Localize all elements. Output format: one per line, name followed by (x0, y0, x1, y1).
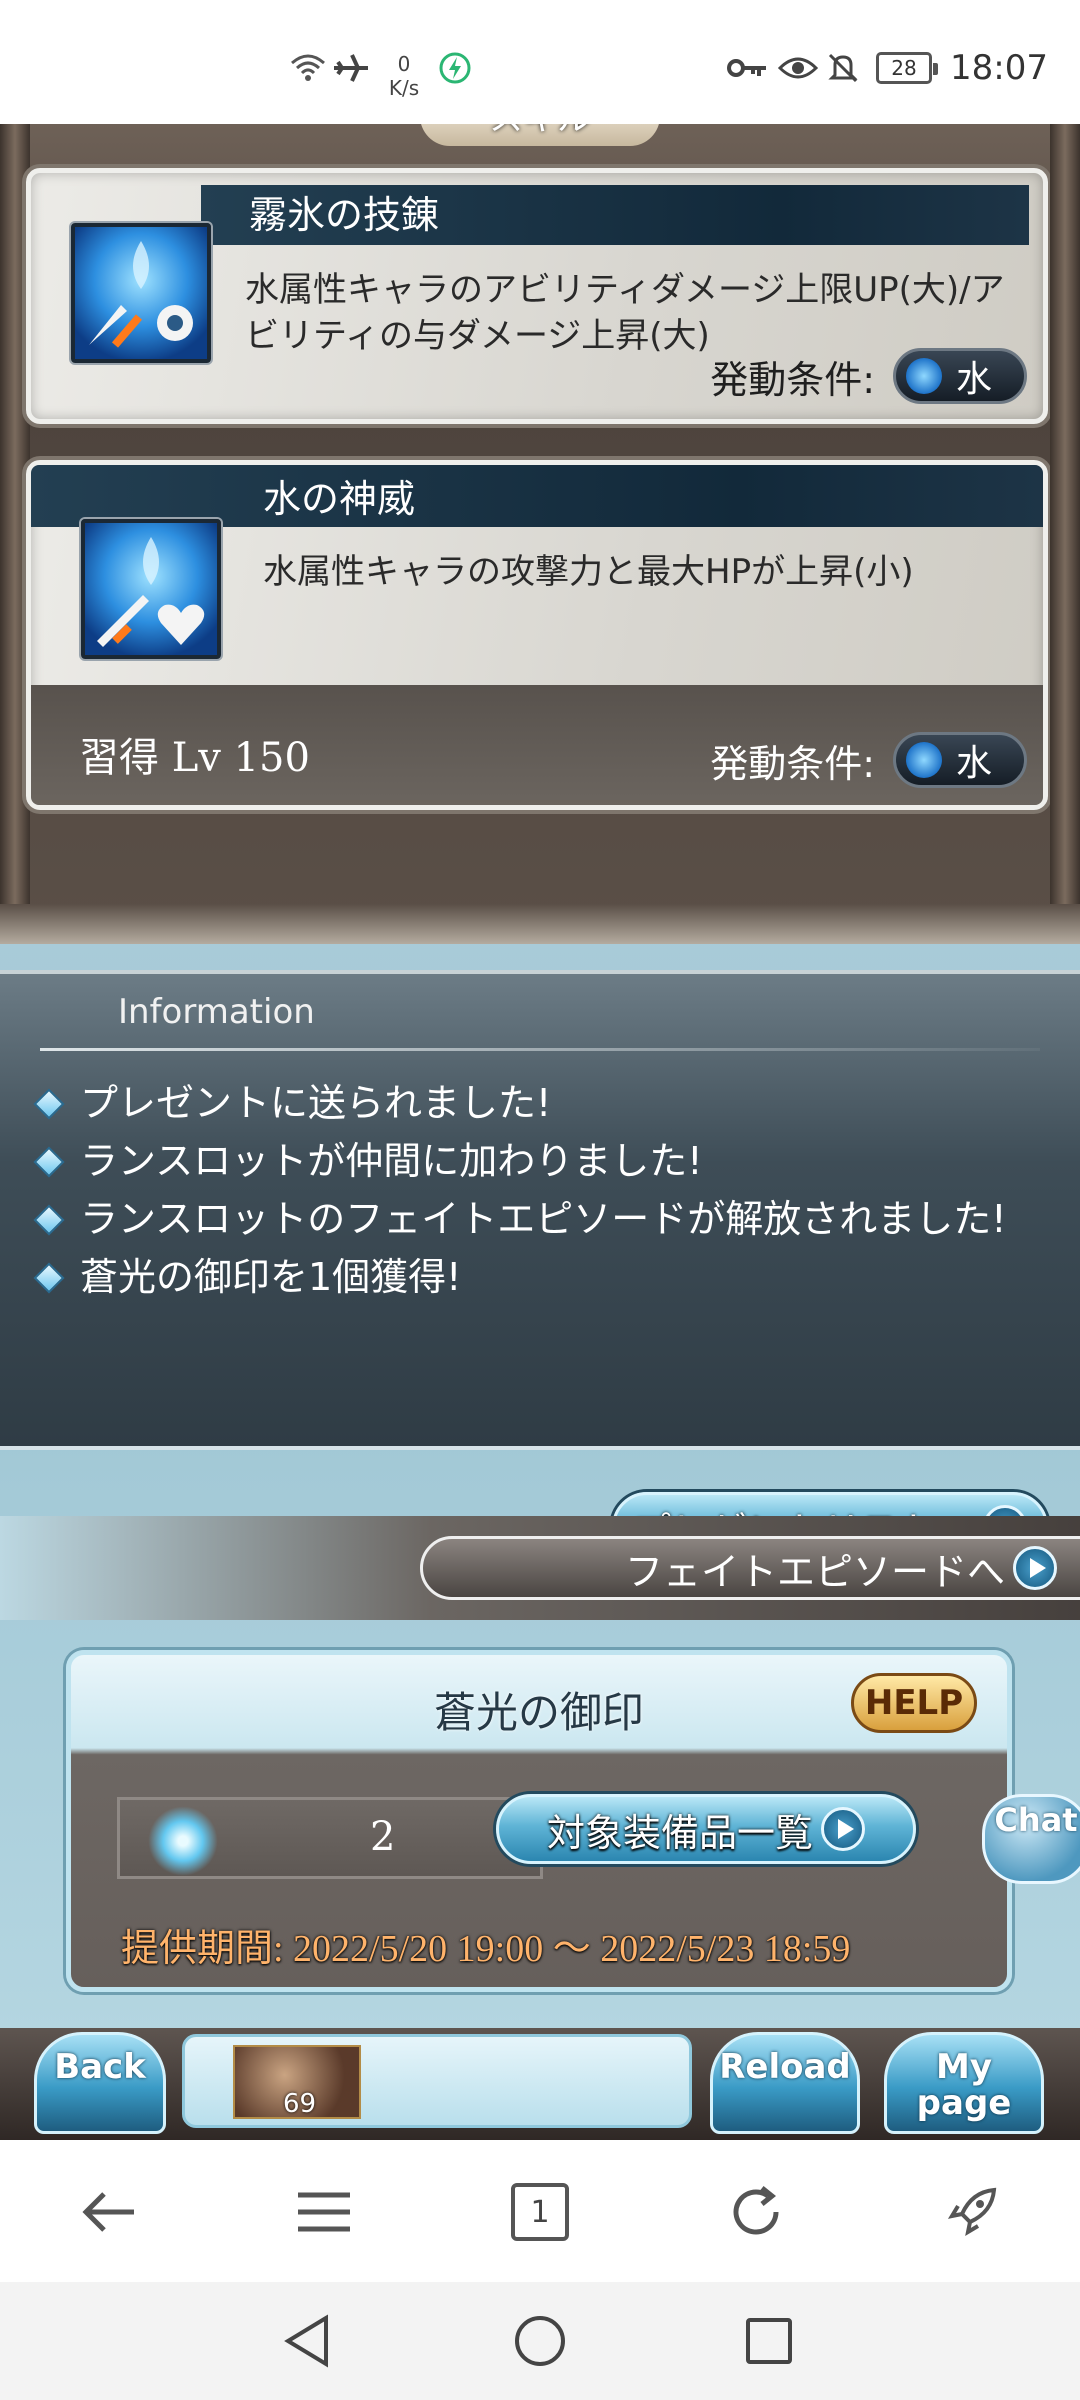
information-item-text: プレゼントに送られました! (80, 1081, 552, 1125)
browser-menu-button[interactable] (286, 2174, 362, 2250)
network-speed-unit: K/s (388, 76, 420, 100)
skill-header-bar (31, 465, 1043, 527)
browser-back-button[interactable] (70, 2174, 146, 2250)
wifi-icon (290, 48, 326, 88)
system-navigation-bar (0, 2282, 1080, 2400)
refresh-icon (733, 2186, 779, 2235)
avatar-level: 69 (283, 2089, 317, 2119)
status-bar: 0 K/s 28 18:07 (0, 0, 1080, 124)
element-label: 水 (956, 359, 993, 400)
square-recents-icon (746, 2318, 792, 2364)
game-viewport: スキル 霧氷の技錬 水属性キャラのアビリティダメージ上限UP(大)/アビリティの… (0, 124, 1080, 2140)
tab-count: 1 (511, 2183, 569, 2241)
attack-hp-skill-icon (81, 519, 221, 659)
condition-label: 発動条件: (710, 357, 875, 402)
information-item: プレゼントに送られました! (30, 1074, 1050, 1132)
battery-icon: 28 (876, 48, 938, 88)
information-item: ランスロットのフェイトエピソードが解放されました! (30, 1190, 1050, 1248)
browser-rocket-button[interactable] (934, 2174, 1010, 2250)
target-equipment-button[interactable]: 対象装備品一覧 (496, 1794, 916, 1864)
browser-refresh-button[interactable] (718, 2174, 794, 2250)
diamond-bullet-icon (33, 1204, 65, 1236)
back-button[interactable]: Back (34, 2032, 166, 2134)
clock: 18:07 (950, 48, 1048, 88)
target-equipment-label: 対象装備品一覧 (546, 1810, 813, 1855)
browser-toolbar: 1 (0, 2140, 1080, 2282)
ability-damage-skill-icon (71, 223, 211, 363)
diamond-bullet-icon (33, 1088, 65, 1120)
seal-count: 2 (370, 1814, 396, 1860)
skill-condition: 発動条件: 水 (710, 731, 1027, 789)
information-item-text: ランスロットが仲間に加わりました! (80, 1139, 703, 1183)
airplane-icon (332, 48, 370, 88)
skill-condition: 発動条件: 水 (710, 347, 1027, 405)
information-list: プレゼントに送られました! ランスロットが仲間に加わりました! ランスロットのフ… (30, 1074, 1050, 1306)
information-title: Information (118, 992, 315, 1032)
skill-frame-bottom (0, 904, 1080, 944)
rocket-icon (947, 2187, 997, 2237)
condition-label: 発動条件: (710, 741, 875, 786)
bell-off-icon (826, 48, 860, 88)
element-badge: 水 (893, 732, 1027, 788)
skill-section-title: スキル (420, 124, 660, 146)
fate-episode-button[interactable]: フェイトエピソードへ (420, 1536, 1080, 1600)
play-arrow-icon (1013, 1546, 1057, 1590)
play-arrow-icon (821, 1807, 865, 1851)
browser-tabs-button[interactable]: 1 (502, 2174, 578, 2250)
network-speed-value: 0 (397, 52, 411, 76)
information-item: 蒼光の御印を1個獲得! (30, 1248, 1050, 1306)
seal-star-icon (148, 1806, 218, 1876)
game-footer-nav: Back 69 Reload My page (0, 2028, 1080, 2140)
eye-icon (778, 48, 818, 88)
system-back-button[interactable] (272, 2306, 342, 2376)
skill-card: 霧氷の技錬 水属性キャラのアビリティダメージ上限UP(大)/アビリティの与ダメー… (26, 168, 1048, 424)
skill-card: 水の神威 習得 Lv 150 水属性キャラの攻撃力と最大HPが上昇(小) 発動条… (26, 460, 1048, 810)
skill-name: 霧氷の技錬 (249, 193, 440, 237)
skill-frame: スキル 霧氷の技錬 水属性キャラのアビリティダメージ上限UP(大)/アビリティの… (0, 124, 1080, 924)
back-label: Back (54, 2047, 146, 2087)
charging-icon (438, 48, 472, 88)
key-icon (726, 48, 768, 88)
my-page-label-line1: My (936, 2047, 992, 2087)
triangle-back-icon (284, 2314, 328, 2368)
element-badge: 水 (893, 348, 1027, 404)
party-panel[interactable]: 69 (182, 2034, 692, 2128)
seal-period: 提供期間: 2022/5/20 19:00 〜 2022/5/23 18:59 (121, 1928, 851, 1970)
element-label: 水 (956, 743, 993, 784)
menu-icon (298, 2192, 350, 2232)
arrow-left-icon (82, 2192, 134, 2232)
divider (40, 1048, 1040, 1051)
diamond-bullet-icon (33, 1146, 65, 1178)
chat-button[interactable]: Chat (982, 1794, 1080, 1884)
seal-count-box: 2 (117, 1797, 543, 1879)
reload-button[interactable]: Reload (710, 2032, 860, 2134)
diamond-bullet-icon (33, 1262, 65, 1294)
my-page-button[interactable]: My page (884, 2032, 1044, 2134)
battery-level: 28 (876, 52, 938, 84)
information-item-text: 蒼光の御印を1個獲得! (80, 1255, 462, 1299)
avatar[interactable]: 69 (233, 2045, 361, 2119)
information-item-text: ランスロットのフェイトエピソードが解放されました! (80, 1197, 1007, 1241)
system-recents-button[interactable] (734, 2306, 804, 2376)
acquire-level: 習得 Lv 150 (79, 735, 310, 781)
help-button[interactable]: HELP (851, 1673, 977, 1733)
reload-label: Reload (719, 2047, 851, 2087)
skill-name: 水の神威 (263, 477, 416, 521)
skill-description: 水属性キャラの攻撃力と最大HPが上昇(小) (263, 552, 914, 592)
network-speed: 0 K/s (384, 52, 424, 100)
my-page-label-line2: page (916, 2083, 1012, 2123)
water-element-icon (906, 358, 942, 394)
skill-description: 水属性キャラのアビリティダメージ上限UP(大)/アビリティの与ダメージ上昇(大) (245, 270, 1005, 356)
information-item: ランスロットが仲間に加わりました! (30, 1132, 1050, 1190)
circle-home-icon (515, 2316, 565, 2366)
information-panel: Information プレゼントに送られました! ランスロットが仲間に加わりま… (0, 970, 1080, 1450)
fate-episode-label: フェイトエピソードへ (624, 1549, 1005, 1594)
system-home-button[interactable] (505, 2306, 575, 2376)
water-element-icon (906, 742, 942, 778)
